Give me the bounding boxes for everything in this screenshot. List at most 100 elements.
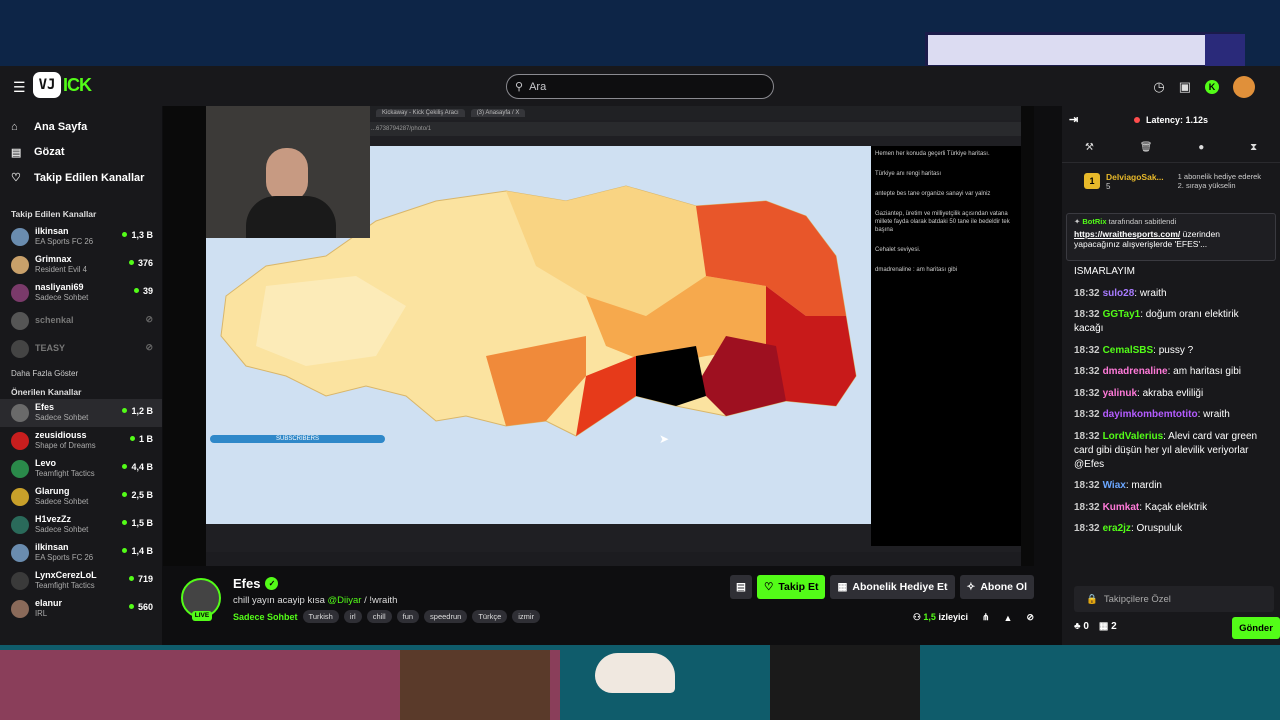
message-time: 18:32 [1074,387,1100,399]
message-user[interactable]: Kumkat [1103,502,1140,513]
nav-item[interactable]: ▤ Gözat [11,140,162,166]
tag[interactable]: Turkish [302,610,339,623]
pinned-user: BotRix [1082,217,1107,226]
post-line: antepte bes tane organize sanayi var yal… [875,191,991,197]
clock-icon[interactable]: ◷ [1153,79,1164,95]
collapse-chat-icon[interactable]: ⇥ [1069,113,1078,126]
kicks-count: 0 [1083,621,1089,632]
channel-avatar [11,283,29,302]
nav-item[interactable]: ⌂ Ana Sayfa [11,114,162,140]
channel-item[interactable]: ilkinsan EA Sports FC 26 1,4 B [0,539,162,567]
channel-name: ilkinsan [35,226,69,236]
channel-text: LynxCerezLoL Teamfight Tactics [35,570,97,591]
channel-item[interactable]: schenkal ⊘ [0,307,162,335]
tag[interactable]: speedrun [424,610,468,623]
background-bottom [0,645,1280,720]
chat-bubble-icon[interactable]: ● [1198,142,1204,153]
trash-icon[interactable]: 🗑 [1140,142,1153,153]
stream-title-mention[interactable]: @Diiyar [328,595,362,606]
tag[interactable]: izmir [512,610,541,623]
chat-message: 18:32 Kumkat: Kaçak elektrik [1074,501,1268,515]
gift-counter[interactable]: ▦ 2 [1099,621,1117,632]
hourglass-icon[interactable]: ⧗ [1250,142,1257,153]
mute-icon[interactable]: ⊘ [1026,612,1034,623]
user-avatar[interactable] [1233,76,1255,98]
viewer-number: 1,2 B [131,405,153,416]
channel-item[interactable]: Grimnax Resident Evil 4 376 [0,251,162,279]
message-text: Oruspuluk [1136,523,1183,534]
menu-icon[interactable]: ☰ [13,79,27,96]
pinned-link[interactable]: https://wraithesports.com/ [1074,229,1180,239]
channel-item[interactable]: Efes Sadece Sohbet 1,2 B [0,398,162,427]
channel-item[interactable]: nasliyani69 Sadece Sohbet 39 [0,279,162,307]
message-time: 18:32 [1074,309,1100,320]
browser-tab: Kickaway - Kick Çekiliş Aracı [376,109,465,117]
pinned-label: tarafından sabitlendi [1108,217,1177,226]
stream-title: chill yayın acayip kısa @Diiyar / !wrait… [233,595,397,606]
sidebar: ⌂ Ana Sayfa ▤ Gözat ♡ Takip Edilen Kanallar T… [0,106,162,645]
show-more-link[interactable]: Daha Fazla Göster [0,363,162,385]
tag[interactable]: Türkçe [472,610,508,623]
message-user[interactable]: dmadrenaline [1103,366,1168,377]
message-user[interactable]: Wiax [1103,480,1126,491]
report-icon[interactable]: ▲ [1004,613,1013,623]
chat-message: 18:32 LordValerius: Alevi card var green … [1074,430,1268,472]
share-icon[interactable]: ⋔ [982,612,990,623]
channel-item[interactable]: LynxCerezLoL Teamfight Tactics 719 [0,567,162,595]
channel-text: schenkal [35,315,74,326]
chat-messages: ISMARLAYIM 18:32 sulo28: wraith 18:32 GGTay1… [1062,261,1280,548]
channel-name: zeusidiouss [35,430,87,440]
channel-name: TEASY [35,343,66,353]
tag[interactable]: chill [366,610,392,623]
tag[interactable]: fun [396,610,420,623]
video-player[interactable]: Kickaway - Kick Çekiliş Aracı (3) Anasay… [163,106,1034,566]
chat-input[interactable]: 🔒 Takipçilere Özel [1074,586,1274,612]
message-user[interactable]: GGTay1 [1103,309,1141,320]
hammer-icon[interactable]: ⚒ [1085,142,1094,153]
kick-icon[interactable]: K [1205,80,1219,94]
channel-item[interactable]: zeusidiouss Shape of Dreams 1 B [0,427,162,455]
tag[interactable]: irl [343,610,362,623]
channel-item[interactable]: Glarung Sadece Sohbet 2,5 B [0,483,162,511]
message-user[interactable]: sulo28 [1103,288,1135,299]
channel-text: Efes Sadece Sohbet [35,402,88,423]
category-link[interactable]: Sadece Sohbet [233,612,298,622]
nav-item[interactable]: ♡ Takip Edilen Kanallar [11,165,162,191]
channel-name: ilkinsan [35,542,69,552]
kicks-counter[interactable]: ♣ 0 [1074,621,1089,632]
clip-button[interactable]: ▤ [730,575,752,599]
message-user[interactable]: yalinuk [1103,388,1137,399]
topbar-actions: ◷ ▣ K [1153,76,1255,98]
search-input[interactable]: ⚲ Ara [506,74,774,99]
gifter-name[interactable]: DelviagoSak... [1106,172,1164,182]
channel-item[interactable]: TEASY ⊘ [0,335,162,363]
message-user[interactable]: era2jz [1103,523,1131,534]
channel-item[interactable]: Levo Teamfight Tactics 4,4 B [0,455,162,483]
subscribe-button[interactable]: ✧ Abone Ol [959,575,1034,599]
browse-icon: ▤ [11,146,22,159]
message-user[interactable]: dayimkombemtotito [1103,409,1198,420]
pinned-message[interactable]: ✦ BotRix tarafından sabitlendi https://w… [1066,213,1276,261]
send-button[interactable]: Gönder [1232,617,1280,639]
message-user[interactable]: LordValerius [1103,431,1164,442]
channel-category: Teamfight Tactics [35,469,95,478]
heart-icon: ♡ [11,172,21,185]
nav-label: Ana Sayfa [34,120,88,133]
channel-item[interactable]: ilkinsan EA Sports FC 26 1,3 B [0,223,162,251]
gift-sub-button[interactable]: ▦ Abonelik Hediye Et [830,575,955,599]
channel-item[interactable]: H1vezZz Sadece Sohbet 1,5 B [0,511,162,539]
channel-text: nasliyani69 Sadece Sohbet [35,282,88,303]
chat-message: 18:32 yalinuk: akraba evliliği [1074,387,1268,401]
streamer-name[interactable]: Efes [233,576,260,591]
followed-section-title: Takip Edilen Kanallar [11,208,97,219]
channel-name: Levo [35,458,57,468]
logo[interactable]: VJ ICK [33,70,103,100]
message-user[interactable]: CemalSBS [1103,345,1154,356]
follow-button[interactable]: ♡ Takip Et [757,575,826,599]
channel-avatar [11,515,29,534]
channel-item[interactable]: elanur IRL 560 [0,595,162,623]
live-dot [128,604,134,609]
channel-text: elanur IRL [35,598,62,619]
tv-icon[interactable]: ▣ [1179,79,1191,95]
latency-dot [1133,116,1140,123]
